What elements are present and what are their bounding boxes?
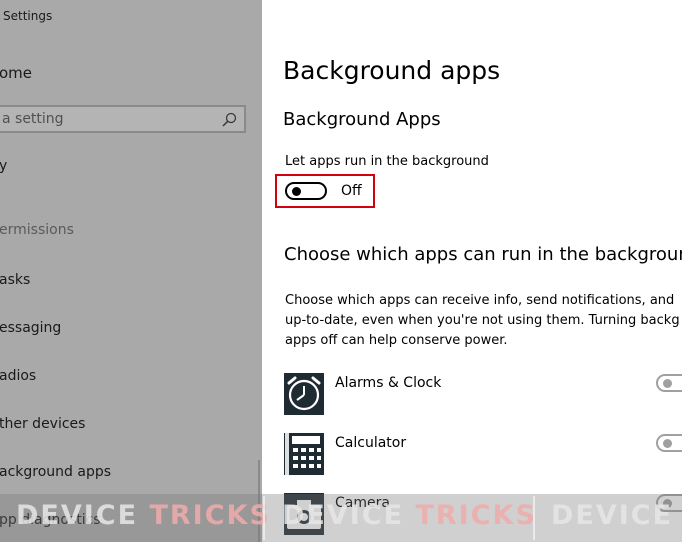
toggle-knob [663, 439, 672, 448]
sidebar-item-tasks[interactable]: asks [0, 272, 30, 288]
watermark-divider [263, 496, 265, 540]
sidebar-item-radios[interactable]: adios [0, 368, 36, 384]
sidebar: Settings ome y ermissions asks essaging … [0, 0, 262, 542]
choose-apps-title: Choose which apps can run in the backgro… [284, 244, 682, 265]
watermark-text: DEVICE [551, 500, 674, 531]
app-toggle-calculator[interactable] [656, 434, 682, 452]
app-name: Alarms & Clock [335, 375, 442, 391]
calculator-icon [284, 433, 324, 475]
description-line: up-to-date, even when you're not using t… [285, 313, 680, 328]
subsection-title: Background Apps [283, 109, 441, 130]
search-icon[interactable] [221, 112, 237, 128]
window-title: Settings [3, 9, 53, 23]
sidebar-item-other-devices[interactable]: ther devices [0, 416, 85, 432]
main-content: Background apps Background Apps Let apps… [262, 0, 682, 542]
search-box[interactable] [0, 105, 246, 133]
section-header-app-permissions: ermissions [0, 222, 74, 238]
toggle-knob [663, 379, 672, 388]
sidebar-item-messaging[interactable]: essaging [0, 320, 61, 336]
background-toggle-label: Let apps run in the background [285, 154, 489, 169]
app-row-calculator: Calculator [284, 433, 682, 475]
app-row-alarms-clock: Alarms & Clock [284, 373, 682, 415]
toggle-state-label: Off [341, 183, 362, 199]
nav-home[interactable]: ome [0, 64, 32, 82]
sidebar-item-background-apps[interactable]: ackground apps [0, 464, 111, 480]
alarm-clock-icon [284, 373, 324, 415]
settings-window: Settings ome y ermissions asks essaging … [0, 0, 682, 542]
app-toggle-alarms-clock[interactable] [656, 374, 682, 392]
page-title: Background apps [283, 56, 501, 85]
background-apps-toggle[interactable] [285, 182, 327, 200]
toggle-knob [292, 187, 301, 196]
watermark-text: DEVICE TRICKS [16, 500, 271, 531]
watermark-divider [533, 496, 535, 540]
search-input[interactable] [0, 107, 222, 131]
description-line: Choose which apps can receive info, send… [285, 293, 675, 308]
app-name: Calculator [335, 435, 407, 451]
description-line: apps off can help conserve power. [285, 333, 508, 348]
sidebar-item-privacy[interactable]: y [0, 158, 7, 174]
choose-apps-description: Choose which apps can receive info, send… [285, 291, 680, 351]
watermark-text: DEVICE TRICKS [282, 500, 537, 531]
